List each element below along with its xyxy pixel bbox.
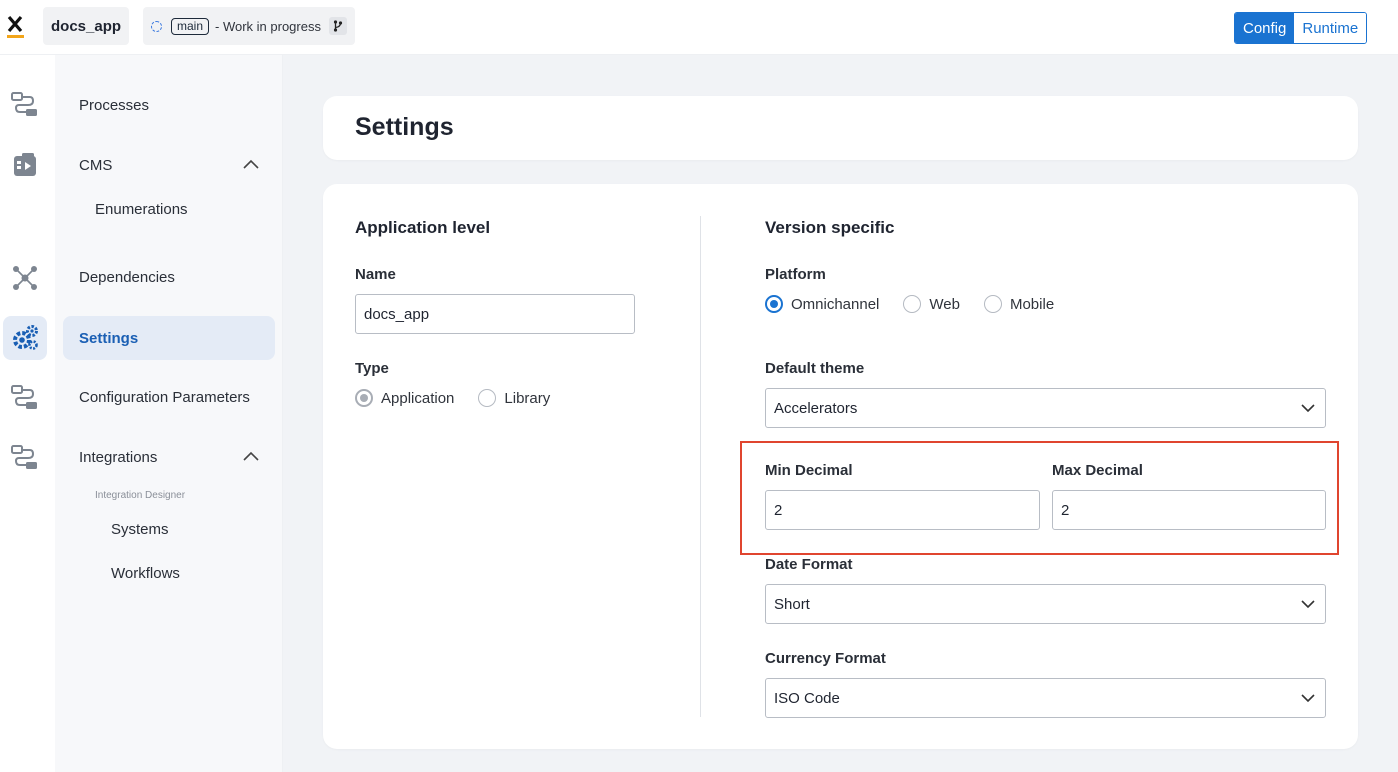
sidebar-item-label: Settings: [79, 329, 139, 347]
radio-label: Web: [929, 295, 960, 313]
sidebar-item-integrations[interactable]: Integrations: [63, 435, 275, 479]
integration-designer-caption: Integration Designer: [95, 490, 186, 501]
dependencies-icon[interactable]: [3, 256, 47, 300]
type-label: Type: [355, 360, 389, 377]
radio-unchecked-icon: [903, 295, 922, 313]
platform-radio-omnichannel[interactable]: Omnichannel: [765, 295, 879, 313]
radio-checked-icon: [355, 389, 373, 407]
mode-toggle: Config Runtime: [1234, 12, 1368, 44]
workflows-icon[interactable]: [3, 436, 47, 480]
git-branch-icon[interactable]: [328, 17, 347, 35]
sidebar-item-enumerations[interactable]: Enumerations: [63, 187, 275, 231]
sidebar-item-label: Integrations: [79, 448, 158, 466]
sidebar-item-systems[interactable]: Systems: [63, 507, 275, 551]
radio-label: Application: [381, 389, 455, 407]
default-theme-select[interactable]: Accelerators: [765, 388, 1326, 428]
name-field[interactable]: docs_app: [355, 294, 635, 334]
settings-icon[interactable]: [3, 316, 47, 360]
platform-radio-group: Omnichannel Web Mobile: [765, 295, 1078, 313]
flowx-logo-icon[interactable]: [6, 15, 26, 39]
currency-format-label: Currency Format: [765, 650, 886, 667]
icon-rail: [0, 55, 55, 772]
type-radio-group: Application Library: [355, 389, 574, 407]
max-decimal-field[interactable]: 2: [1052, 490, 1326, 530]
name-label: Name: [355, 266, 396, 283]
date-format-value: Short: [774, 595, 810, 613]
sidebar-item-label: CMS: [79, 156, 113, 174]
name-field-value: docs_app: [364, 305, 430, 323]
currency-format-select[interactable]: ISO Code: [765, 678, 1326, 718]
chevron-up-icon[interactable]: [243, 449, 259, 465]
page-title: Settings: [355, 113, 454, 141]
settings-form-card: Application level Name docs_app Type App…: [323, 184, 1358, 749]
runtime-mode-button[interactable]: Runtime: [1294, 13, 1367, 43]
sidebar-item-cms[interactable]: CMS: [63, 143, 275, 187]
min-decimal-field[interactable]: 2: [765, 490, 1040, 530]
sidebar-item-label: Dependencies: [79, 268, 175, 286]
sidebar-item-settings[interactable]: Settings: [63, 316, 275, 360]
type-radio-library[interactable]: Library: [478, 389, 550, 407]
radio-unchecked-icon: [983, 295, 1002, 313]
sidebar-item-dependencies[interactable]: Dependencies: [63, 255, 275, 299]
max-decimal-label: Max Decimal: [1052, 462, 1143, 479]
top-bar: docs_app main - Work in progress Config …: [0, 0, 1398, 55]
radio-label: Library: [504, 389, 551, 407]
radio-unchecked-icon: [478, 389, 497, 407]
radio-label: Omnichannel: [791, 295, 880, 313]
min-decimal-label: Min Decimal: [765, 462, 853, 479]
work-in-progress-icon: [151, 20, 162, 32]
cms-icon[interactable]: [3, 143, 47, 187]
default-theme-value: Accelerators: [774, 399, 858, 417]
main-content: Settings Application level Name docs_app…: [283, 55, 1398, 772]
page-title-card: Settings: [323, 96, 1358, 160]
chevron-up-icon[interactable]: [243, 157, 259, 173]
chevron-down-icon: [1301, 404, 1315, 413]
integrations-icon[interactable]: [3, 376, 47, 420]
sidebar-item-label: Workflows: [111, 564, 180, 582]
platform-label: Platform: [765, 266, 826, 283]
date-format-select[interactable]: Short: [765, 584, 1326, 624]
branch-status: - Work in progress: [215, 18, 321, 34]
sidebar-item-processes[interactable]: Processes: [63, 83, 275, 127]
radio-checked-icon: [765, 295, 783, 313]
config-mode-button[interactable]: Config: [1235, 13, 1295, 43]
platform-radio-web[interactable]: Web: [903, 295, 960, 313]
sidebar-item-workflows[interactable]: Workflows: [63, 551, 275, 595]
radio-label: Mobile: [1009, 295, 1055, 313]
chevron-down-icon: [1301, 600, 1315, 609]
side-navigation: Processes CMS Enumerations Dependencies …: [55, 55, 283, 772]
sidebar-item-configuration-parameters[interactable]: Configuration Parameters: [63, 375, 275, 419]
sidebar-item-label: Configuration Parameters: [79, 388, 250, 406]
date-format-label: Date Format: [765, 556, 853, 573]
app-name-chip[interactable]: docs_app: [43, 7, 130, 45]
default-theme-label: Default theme: [765, 360, 865, 377]
max-decimal-value: 2: [1061, 501, 1070, 519]
platform-radio-mobile[interactable]: Mobile: [983, 295, 1055, 313]
application-level-title: Application level: [355, 218, 491, 237]
sidebar-item-label: Enumerations: [95, 200, 188, 218]
branch-selector[interactable]: main - Work in progress: [143, 7, 355, 45]
app-name: docs_app: [51, 17, 122, 35]
chevron-down-icon: [1301, 694, 1315, 703]
min-decimal-value: 2: [774, 501, 783, 519]
branch-tag: main: [171, 17, 210, 35]
currency-format-value: ISO Code: [774, 689, 840, 707]
type-radio-application[interactable]: Application: [355, 389, 454, 407]
processes-icon[interactable]: [3, 83, 47, 127]
sidebar-item-label: Systems: [111, 520, 169, 538]
sidebar-item-label: Processes: [79, 96, 150, 114]
section-divider: [700, 216, 701, 717]
version-specific-title: Version specific: [765, 218, 895, 237]
